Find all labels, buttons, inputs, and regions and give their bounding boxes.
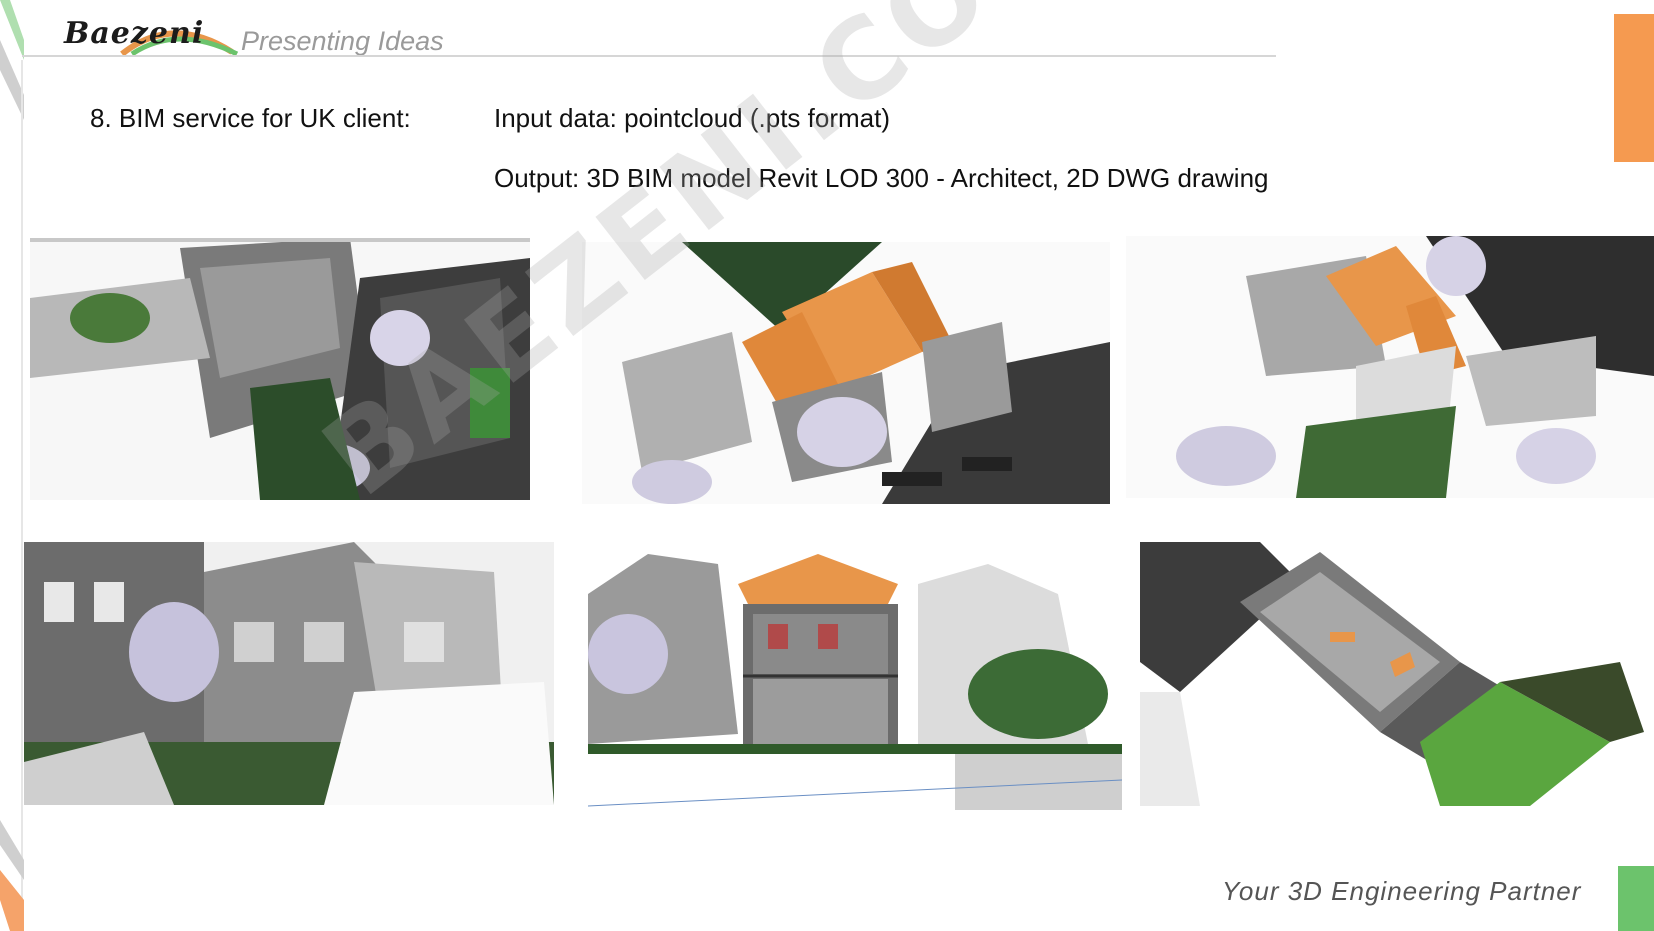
header-tagline: Presenting Ideas <box>241 26 444 56</box>
input-data-line: Input data: pointcloud (.pts format) <box>494 103 890 133</box>
pointcloud-street-facade-image <box>24 542 554 805</box>
orange-accent-block <box>1614 14 1654 162</box>
section-title: 8. BIM service for UK client: <box>90 103 411 133</box>
bim-section-elevation-image <box>588 544 1122 810</box>
bim-roof-overlay-image-1 <box>582 242 1110 504</box>
left-decorative-stripes <box>0 0 24 931</box>
output-line: Output: 3D BIM model Revit LOD 300 - Arc… <box>494 163 1269 193</box>
green-accent-block <box>1618 866 1654 931</box>
footer-tagline: Your 3D Engineering Partner <box>1222 876 1582 906</box>
bim-floorplan-cut-image <box>1140 542 1644 806</box>
pointcloud-aerial-image <box>30 238 530 500</box>
header-divider <box>22 55 1276 57</box>
bim-roof-overlay-image-2 <box>1126 236 1654 498</box>
logo-text: Baezeni <box>64 16 205 51</box>
